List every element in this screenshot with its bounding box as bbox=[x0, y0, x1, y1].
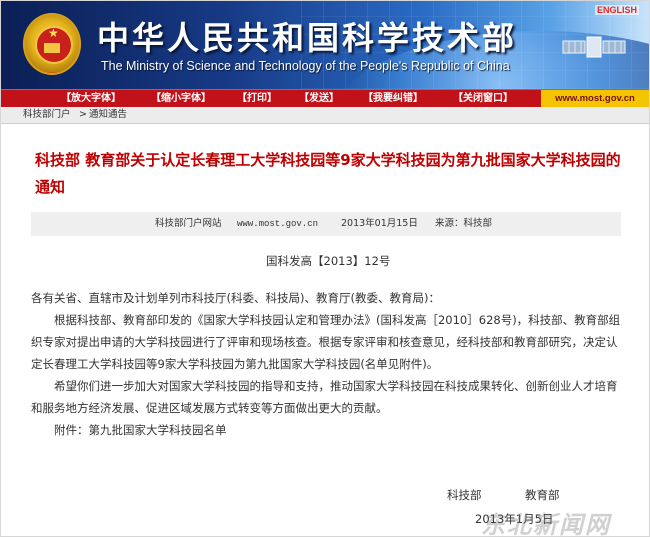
article-body: 各有关省、直辖市及计划单列市科技厅(科委、科技局)、教育厅(教委、教育局)： 根… bbox=[31, 287, 621, 441]
site-url-badge[interactable]: www.most.gov.cn bbox=[541, 90, 649, 107]
article-title: 科技部 教育部关于认定长春理工大学科技园等9家大学科技园为第九批国家大学科技园的… bbox=[35, 151, 621, 196]
shrink-font-button[interactable]: 【缩小字体】 bbox=[151, 90, 211, 107]
national-emblem-icon: ★ bbox=[23, 13, 81, 75]
meta-source-site: 科技部门户网站 bbox=[155, 218, 222, 229]
print-button[interactable]: 【打印】 bbox=[237, 90, 277, 107]
meta-date: 2013年01月15日 bbox=[341, 218, 418, 229]
attachment-line: 附件：第九批国家大学科技园名单 bbox=[54, 423, 227, 437]
page: ★ 中华人民共和国科学技术部 The Ministry of Science a… bbox=[0, 0, 650, 537]
english-link[interactable]: ENGLISH bbox=[594, 5, 639, 15]
document-number: 国科发高【2013】12号 bbox=[266, 254, 391, 268]
site-banner: ★ 中华人民共和国科学技术部 The Ministry of Science a… bbox=[1, 1, 649, 89]
body-paragraph: 根据科技部、教育部印发的《国家大学科技园认定和管理办法》(国科发高［2010］6… bbox=[31, 313, 621, 371]
enlarge-font-button[interactable]: 【放大字体】 bbox=[61, 90, 121, 107]
signatory-most: 科技部 bbox=[447, 488, 482, 502]
breadcrumb-home-link[interactable]: 科技部门户 bbox=[23, 107, 71, 123]
breadcrumb-separator: > bbox=[79, 109, 87, 120]
body-paragraph: 希望你们进一步加大对国家大学科技园的指导和支持，推动国家大学科技园在科技成果转化… bbox=[31, 379, 618, 415]
signatory-moe: 教育部 bbox=[525, 488, 560, 502]
send-button[interactable]: 【发送】 bbox=[299, 90, 339, 107]
satellite-icon bbox=[562, 36, 626, 58]
ministry-name-cn: 中华人民共和国科学技术部 bbox=[97, 19, 518, 57]
article-meta-bar: 科技部门户网站 www.most.gov.cn 2013年01月15日 来源：科… bbox=[31, 212, 621, 236]
salutation: 各有关省、直辖市及计划单列市科技厅(科委、科技局)、教育厅(教委、教育局)： bbox=[31, 291, 440, 305]
close-window-button[interactable]: 【关闭窗口】 bbox=[453, 90, 513, 107]
breadcrumb-current-link[interactable]: 通知通告 bbox=[89, 107, 127, 123]
meta-source: 来源：科技部 bbox=[435, 218, 493, 229]
meta-site-url: www.most.gov.cn bbox=[237, 219, 319, 229]
breadcrumb: 科技部门户 > 通知通告 bbox=[1, 107, 649, 124]
ministry-name-en: The Ministry of Science and Technology o… bbox=[101, 59, 510, 73]
report-error-button[interactable]: 【我要纠错】 bbox=[363, 90, 423, 107]
toolbar: 【放大字体】 【缩小字体】 【打印】 【发送】 【我要纠错】 【关闭窗口】 ww… bbox=[1, 89, 649, 108]
watermark-logo: 东北新闻网 bbox=[481, 510, 611, 537]
